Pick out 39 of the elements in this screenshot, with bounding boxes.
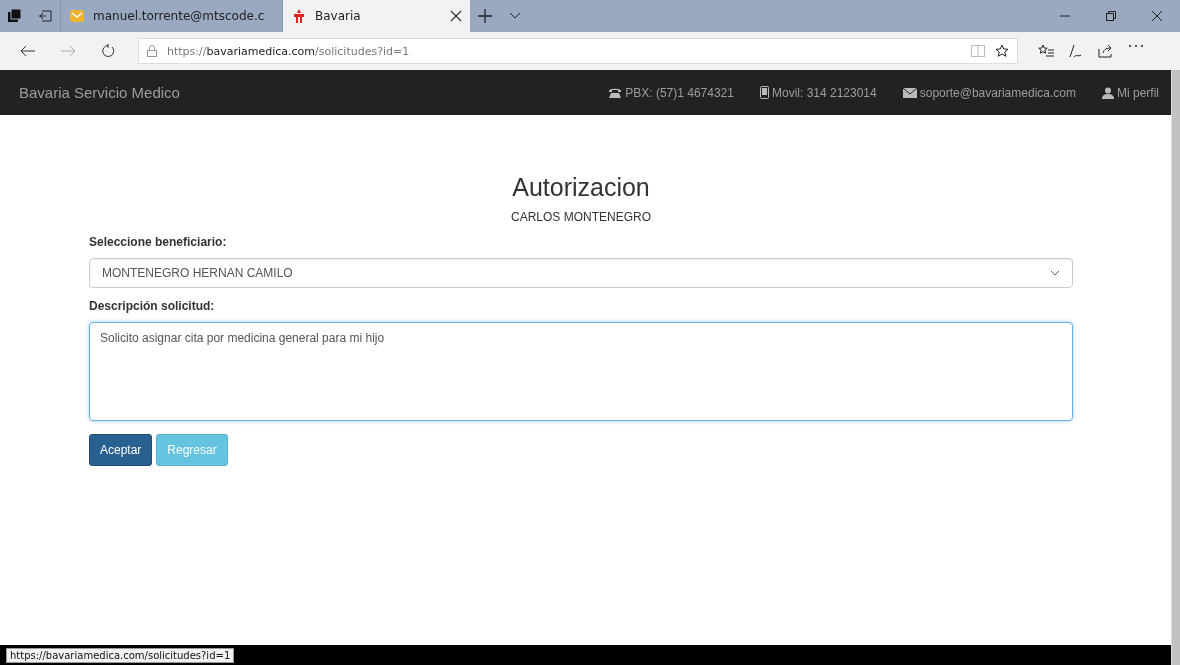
nav-link[interactable]: soporte@bavariamedica.com (902, 85, 1076, 100)
envelope-icon (902, 87, 917, 98)
lock-icon (147, 45, 157, 57)
tabs-icon[interactable] (8, 9, 22, 23)
share-icon[interactable] (1098, 44, 1114, 58)
description-field[interactable]: Solicito asignar cita por medicina general para mi hijo (89, 322, 1073, 421)
close-icon[interactable] (450, 10, 462, 22)
favorite-star-icon[interactable] (995, 44, 1009, 58)
refresh-icon[interactable] (101, 44, 115, 58)
favorites-icon[interactable] (1038, 44, 1054, 58)
browser-tab[interactable]: Bavaria (282, 0, 470, 32)
beneficiary-select[interactable]: MONTENEGRO HERNAN CAMILO (89, 258, 1073, 288)
nav-link[interactable]: Movil: 314 2123014 (759, 85, 877, 100)
link-status-tooltip: https://bavariamedica.com/solicitudes?id=1 (6, 648, 235, 663)
logo-icon (291, 8, 307, 24)
back-icon[interactable] (20, 45, 36, 57)
user-icon (1102, 86, 1114, 99)
address-bar[interactable]: https://bavariamedica.com/solicitudes?id=1 (138, 38, 1018, 64)
chevron-down-icon[interactable] (509, 12, 521, 20)
scrollbar[interactable] (1171, 70, 1180, 665)
site-brand[interactable]: Bavaria Servicio Medico (19, 84, 609, 101)
phone-icon (608, 87, 623, 98)
field-label: Seleccione beneficiario: (89, 235, 228, 249)
chevron-down-icon (1050, 270, 1060, 276)
mobile-phone-icon (759, 86, 769, 99)
mail-icon (69, 8, 85, 24)
field-label: Descripción solicitud: (89, 299, 216, 313)
more-icon[interactable] (1128, 44, 1144, 48)
pen-icon[interactable] (1068, 44, 1084, 58)
close-icon[interactable] (1152, 11, 1162, 21)
user-name: CARLOS MONTENEGRO (510, 210, 652, 224)
page-title: Autorizacion (511, 173, 651, 202)
nav-link[interactable]: PBX: (57)1 4674321 (608, 85, 734, 100)
new-tab-icon[interactable] (478, 9, 492, 23)
restore-icon[interactable] (1106, 11, 1116, 21)
url-text: https://bavariamedica.com/solicitudes?id=1 (167, 44, 411, 58)
tab-aside-icon[interactable] (38, 10, 52, 22)
form-button[interactable]: Aceptar (89, 434, 153, 466)
nav-link[interactable]: Mi perfil (1102, 85, 1159, 100)
